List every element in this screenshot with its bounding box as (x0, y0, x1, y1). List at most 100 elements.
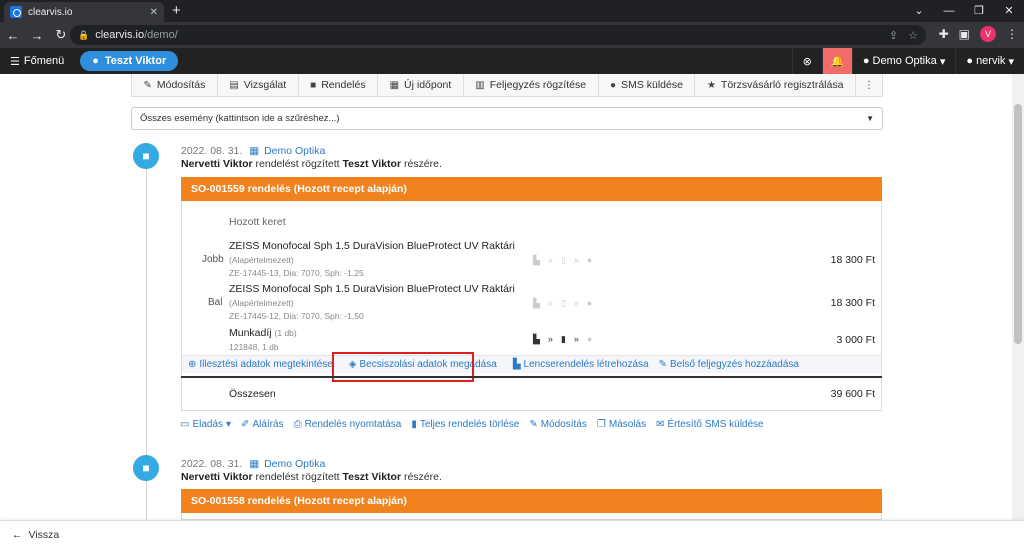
event-customer: Teszt Viktor (342, 471, 402, 483)
double-chevron-icon: » (547, 298, 553, 308)
add-note-button[interactable]: ▥ Feljegyzés rögzítése (464, 74, 599, 96)
close-circle-icon: ⊗ (802, 55, 812, 68)
shopping-bag-icon: ■ (310, 79, 317, 91)
store-name: Demo Optika (872, 55, 937, 67)
examination-button[interactable]: ▤ Vizsgálat (218, 74, 299, 96)
more-actions-button[interactable]: ⋮ (856, 74, 882, 96)
examination-label: Vizsgálat (243, 79, 287, 91)
address-bar[interactable]: 🔒 clearvis.io /demo/ ⇪ ☆ (70, 25, 926, 45)
event-desc-end: részére. (403, 471, 442, 483)
back-label: Vissza (28, 529, 60, 541)
caret-down-icon: ▼ (866, 114, 874, 123)
kebab-menu-icon: ⋮ (863, 79, 874, 91)
order-button[interactable]: ■ Rendelés (299, 74, 379, 96)
back-arrow-icon[interactable]: ← (2, 28, 24, 43)
item-note: (Alapértelmezett) (229, 255, 294, 265)
building-icon: ▯ (560, 298, 566, 308)
side-panel-icon[interactable]: ▣ (959, 27, 970, 41)
edit-label: Módosítás (156, 79, 206, 91)
edit-note-icon: ✎ (658, 359, 667, 370)
double-chevron-icon: » (547, 255, 553, 265)
bookmark-star-icon[interactable]: ☆ (908, 29, 918, 42)
back-button[interactable]: ← Vissza (12, 529, 59, 541)
clearvis-favicon-icon (10, 6, 22, 18)
bottom-bar: ← Vissza (0, 520, 1024, 549)
calendar-plus-icon: ▦ (389, 79, 400, 91)
item-name: ZEISS Monofocal Sph 1.5 DuraVision BlueP… (229, 283, 515, 295)
shopping-bag-icon: ■ (133, 455, 159, 481)
trash-icon: ▮ (411, 419, 417, 430)
notifications-button[interactable]: 🔔 (821, 48, 852, 74)
brush-icon: ✐ (241, 419, 250, 430)
signature-button[interactable]: ✐ Aláírás (241, 419, 284, 430)
event-location-link[interactable]: Demo Optika (264, 458, 325, 470)
main-menu-button[interactable]: ☰ Főmenü (0, 55, 74, 68)
factory-icon: ▙ (533, 298, 540, 308)
send-sms-button[interactable]: ● SMS küldése (599, 74, 696, 96)
event-desc-mid: rendelést rögzített (255, 471, 340, 483)
chat-icon: ● (610, 79, 617, 91)
sale-dropdown-button[interactable]: ▭ Eladás ▾ (180, 419, 231, 430)
frame-label: Hozott keret (229, 216, 286, 228)
url-path: /demo/ (144, 29, 178, 41)
lens-order-link[interactable]: ▙ Lencserendelés létrehozása (513, 359, 649, 370)
fitting-data-link[interactable]: ⊕ Illesztési adatok megtekintése (188, 359, 333, 370)
share-icon[interactable]: ⇪ (889, 29, 898, 42)
chevron-down-icon[interactable]: ⌄ (904, 0, 934, 22)
main-menu-label: Főmenü (23, 55, 65, 67)
event-location-link[interactable]: Demo Optika (264, 145, 325, 157)
loyalty-register-label: Törzsvásárló regisztrálása (720, 79, 844, 91)
kebab-menu-icon[interactable]: ⋮ (1006, 27, 1018, 41)
order-header[interactable]: SO-001558 rendelés (Hozott recept alapjá… (181, 489, 882, 513)
new-appointment-button[interactable]: ▦ Új időpont (378, 74, 464, 96)
delete-order-button[interactable]: ▮ Teljes rendelés törlése (411, 419, 519, 430)
copy-order-button[interactable]: ❐ Másolás (597, 419, 646, 430)
factory-icon: ▙ (533, 334, 540, 344)
hamburger-icon: ☰ (10, 55, 20, 68)
print-icon: ⎙ (293, 419, 302, 430)
event-filter-select[interactable]: Összes esemény (kattintson ide a szűrésh… (131, 107, 883, 130)
user-icon: ● (92, 55, 99, 67)
event-date: 2022. 08. 31. (181, 145, 243, 157)
edit-button[interactable]: ✎ Módosítás (132, 74, 218, 96)
scrollbar-thumb[interactable] (1014, 104, 1022, 344)
reload-icon[interactable]: ↻ (50, 27, 72, 43)
page-scrollbar[interactable] (1012, 74, 1024, 520)
profile-avatar[interactable]: V (980, 26, 996, 42)
tab-close-icon[interactable]: ✕ (150, 7, 158, 18)
lens-side-label: Jobb (202, 254, 224, 265)
browser-tab[interactable]: clearvis.io ✕ (4, 2, 164, 22)
close-customer-button[interactable]: ⊗ (791, 48, 822, 74)
order-header[interactable]: SO-001559 rendelés (Hozott recept alapjá… (181, 177, 882, 201)
close-icon[interactable]: ✕ (994, 0, 1024, 22)
pencil-icon: ✎ (143, 79, 152, 91)
event-description: Nervetti Viktor rendelést rögzített Tesz… (181, 471, 442, 483)
double-chevron-icon: » (573, 334, 579, 344)
loyalty-register-button[interactable]: ★ Törzsvásárló regisztrálása (695, 74, 856, 96)
order-links-row: ⊕ Illesztési adatok megtekintése ◈ Becsisz… (182, 355, 881, 373)
extensions-puzzle-icon[interactable]: ✚ (939, 27, 949, 41)
clipboard-icon: ▤ (229, 79, 239, 91)
total-value: 39 600 Ft (830, 388, 875, 400)
sale-label: Eladás (192, 419, 224, 430)
current-customer-button[interactable]: ● Teszt Viktor (80, 51, 179, 71)
new-tab-button[interactable]: + (172, 2, 181, 20)
copy-icon: ❐ (596, 419, 606, 430)
add-note-label: Feljegyzés rögzítése (489, 79, 587, 91)
order-label: Rendelés (321, 79, 366, 91)
item-status-icons: ▙ » ▯ » ● (533, 298, 592, 309)
forward-arrow-icon[interactable]: → (26, 28, 48, 43)
account-menu[interactable]: ● nervik ▾ (955, 48, 1024, 74)
store-selector[interactable]: ● Demo Optika ▾ (851, 48, 956, 74)
notify-sms-button[interactable]: ✉ Értesítő SMS küldése (656, 419, 764, 430)
item-sub: ZE-17445-12, Dia: 7070, Sph: -1,50 (229, 311, 364, 321)
print-order-button[interactable]: ⎙ Rendelés nyomtatása (294, 419, 402, 430)
internal-note-link[interactable]: ✎ Belső feljegyzés hozzáadása (659, 359, 799, 370)
minimize-icon[interactable]: — (934, 0, 964, 22)
restore-icon[interactable]: ❐ (964, 0, 994, 22)
item-name: ZEISS Monofocal Sph 1.5 DuraVision BlueP… (229, 240, 515, 252)
event-date-line: 2022. 08. 31. ▦ Demo Optika (181, 145, 325, 157)
star-icon: ★ (706, 79, 716, 91)
order-footer-actions: ▭ Eladás ▾ ✐ Aláírás ⎙ Rendelés nyomtatása ▮… (180, 419, 764, 430)
edit-order-button[interactable]: ✎ Módosítás (529, 419, 587, 430)
